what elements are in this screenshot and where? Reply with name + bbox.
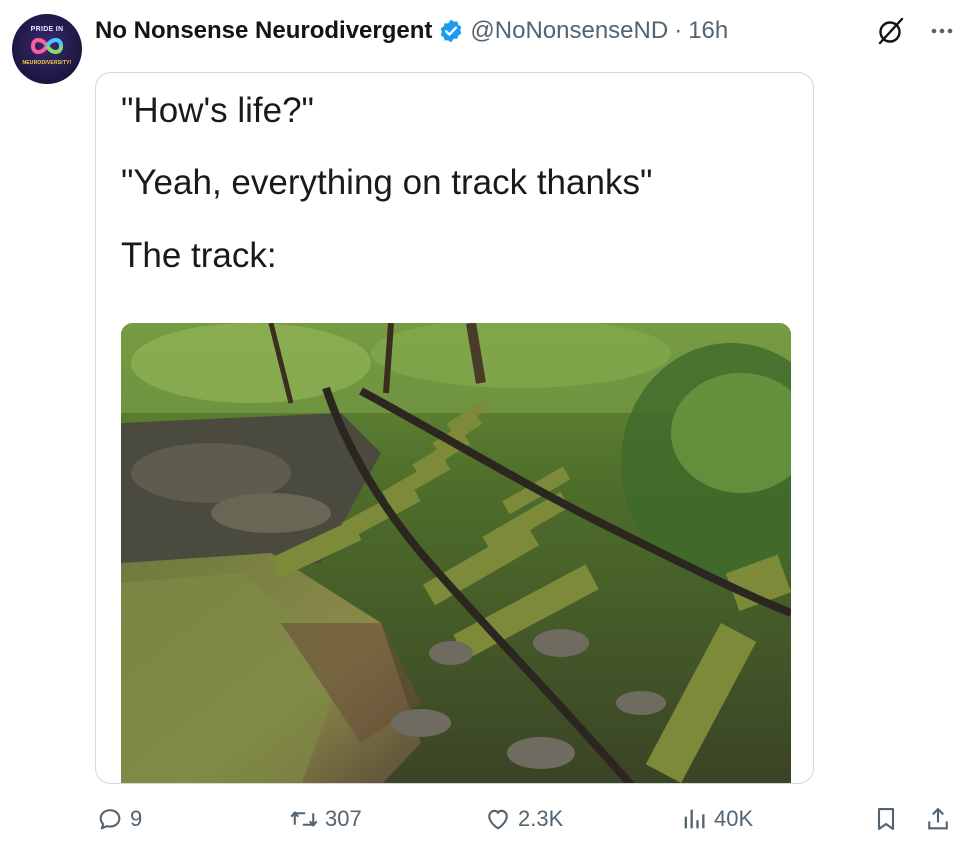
share-icon bbox=[928, 807, 948, 830]
avatar-text-top: PRIDE IN bbox=[30, 26, 64, 33]
post-media-card[interactable]: "How's life?" "Yeah, everything on track… bbox=[95, 72, 814, 784]
verified-badge-icon[interactable] bbox=[438, 18, 464, 44]
reply-icon bbox=[99, 809, 121, 830]
infinity-logo-icon bbox=[30, 38, 64, 54]
post-line-2: "Yeah, everything on track thanks" bbox=[121, 163, 653, 202]
separator-dot: · bbox=[674, 17, 683, 44]
views-button[interactable]: 40K bbox=[680, 805, 753, 833]
views-icon bbox=[684, 809, 705, 829]
bookmark-button[interactable] bbox=[872, 805, 900, 833]
reply-button[interactable]: 9 bbox=[96, 805, 142, 833]
like-count: 2.3K bbox=[518, 806, 564, 831]
repost-count: 307 bbox=[325, 806, 362, 831]
grok-icon[interactable] bbox=[876, 16, 906, 46]
avatar-text-bottom: NEURODIVERSITY! bbox=[22, 60, 72, 66]
handle[interactable]: @NoNonsenseND bbox=[470, 17, 668, 45]
repost-icon bbox=[290, 811, 318, 827]
post-line-3: The track: bbox=[121, 236, 277, 275]
avatar[interactable]: PRIDE IN NEURODIVERSITY! bbox=[12, 14, 82, 84]
views-count: 40K bbox=[714, 806, 754, 831]
repost-button[interactable]: 307 bbox=[289, 805, 362, 833]
bookmark-icon bbox=[877, 808, 895, 830]
reply-count: 9 bbox=[130, 806, 143, 831]
post-action-bar: 9 307 2.3K 40K bbox=[0, 805, 976, 843]
collapsed-railway-track-image bbox=[121, 323, 791, 783]
share-button[interactable] bbox=[924, 805, 952, 833]
display-name[interactable]: No Nonsense Neurodivergent bbox=[95, 17, 432, 45]
post-header: No Nonsense Neurodivergent @NoNonsenseND… bbox=[95, 14, 728, 48]
heart-icon bbox=[488, 809, 508, 830]
post-photo[interactable] bbox=[121, 323, 791, 783]
post-top-actions bbox=[876, 16, 956, 46]
timestamp[interactable]: 16h bbox=[688, 17, 728, 45]
post-line-1: "How's life?" bbox=[121, 91, 314, 130]
more-icon[interactable] bbox=[928, 17, 956, 45]
like-button[interactable]: 2.3K bbox=[484, 805, 563, 833]
